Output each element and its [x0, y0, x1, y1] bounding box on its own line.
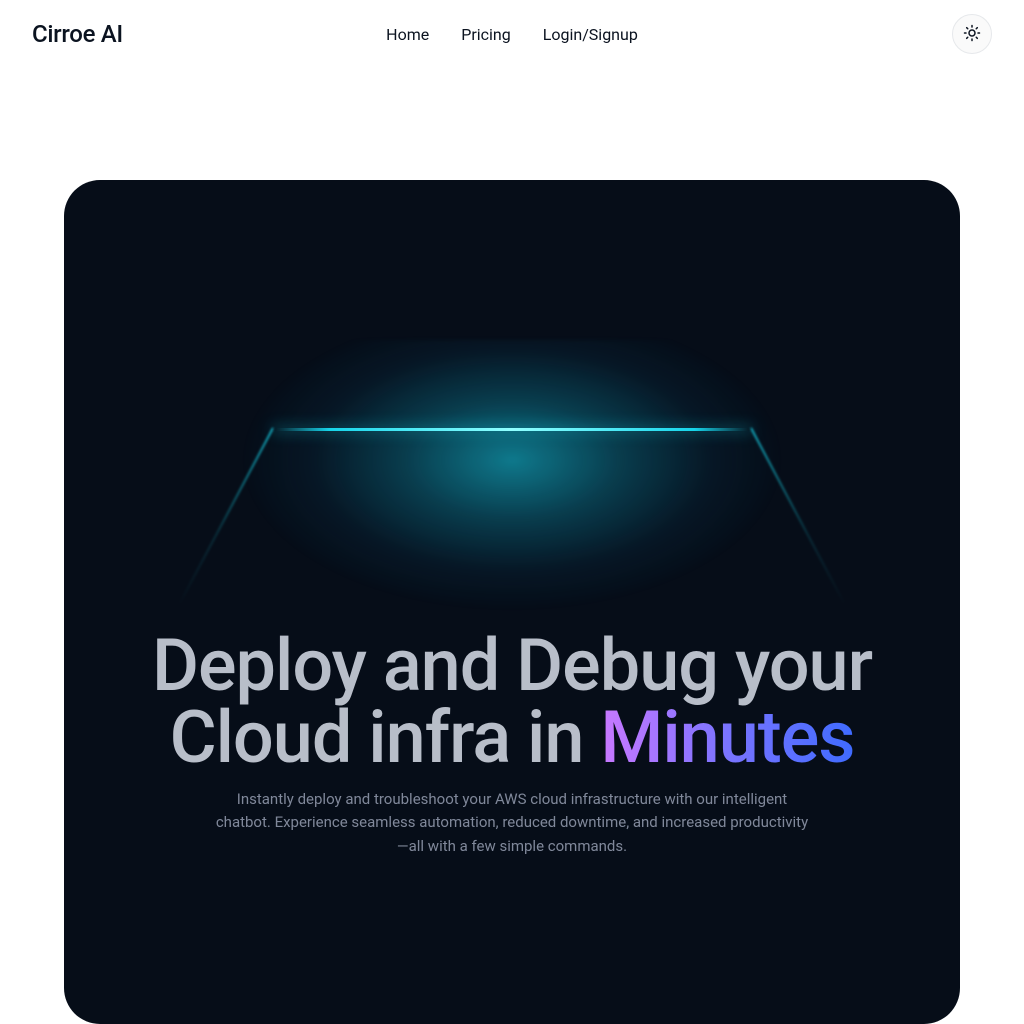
nav-home[interactable]: Home — [386, 25, 429, 44]
nav-login[interactable]: Login/Signup — [543, 25, 638, 44]
hero-headline-gradient: Minutes — [600, 695, 854, 780]
theme-toggle-button[interactable] — [952, 14, 992, 54]
hero-glow-graphic — [64, 210, 960, 690]
nav-pricing[interactable]: Pricing — [461, 25, 511, 44]
top-nav: Home Pricing Login/Signup — [386, 25, 638, 44]
sun-icon — [963, 24, 981, 45]
hero-headline: Deploy and Debug your Cloud infra in Min… — [64, 630, 960, 774]
header: Cirroe AI Home Pricing Login/Signup — [0, 0, 1024, 68]
brand-logo[interactable]: Cirroe AI — [32, 20, 123, 48]
hero-card: Deploy and Debug your Cloud infra in Min… — [64, 180, 960, 1024]
hero-subtitle: Instantly deploy and troubleshoot your A… — [212, 788, 812, 858]
